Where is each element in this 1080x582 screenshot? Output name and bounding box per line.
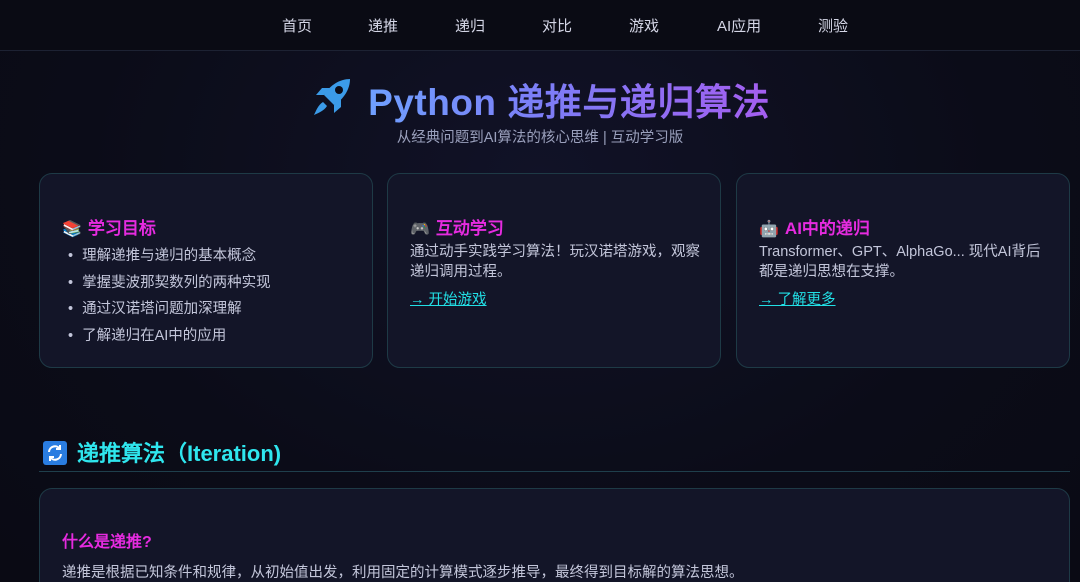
nav-item-home[interactable]: 首页 bbox=[282, 15, 312, 36]
robot-icon: 🤖 bbox=[759, 221, 779, 238]
section-divider bbox=[39, 471, 1070, 472]
list-item: 理解递推与递归的基本概念 bbox=[68, 246, 271, 273]
interactive-learning-text: 通过动手实践学习算法！玩汉诺塔游戏，观察递归调用过程。 bbox=[410, 244, 700, 280]
top-nav: 首页 递推 递归 对比 游戏 AI应用 测验 bbox=[0, 0, 1080, 51]
page-subtitle: 从经典问题到AI算法的核心思维 | 互动学习版 bbox=[396, 130, 684, 146]
ai-recursion-card: 🤖 AI中的递归 Transformer、GPT、AlphaGo... 现代AI背… bbox=[736, 173, 1070, 368]
what-is-iteration-text: 递推是根据已知条件和规律，从初始值出发，利用固定的计算模式逐步推导，最终得到目标… bbox=[62, 565, 744, 581]
nav-item-quiz[interactable]: 测验 bbox=[818, 15, 848, 36]
nav-item-ai-apps[interactable]: AI应用 bbox=[717, 15, 761, 36]
ai-recursion-text: Transformer、GPT、AlphaGo... 现代AI背后都是递归思想在… bbox=[759, 244, 1041, 280]
nav-item-compare[interactable]: 对比 bbox=[542, 15, 572, 36]
sync-icon bbox=[43, 441, 67, 465]
ai-recursion-title: 🤖 AI中的递归 bbox=[759, 219, 870, 238]
start-game-link[interactable]: → 开始游戏 bbox=[410, 288, 487, 309]
game-controller-icon: 🎮 bbox=[410, 221, 430, 238]
list-item: 了解递归在AI中的应用 bbox=[68, 326, 271, 353]
what-is-iteration-card: 什么是递推? 递推是根据已知条件和规律，从初始值出发，利用固定的计算模式逐步推导… bbox=[39, 488, 1070, 582]
learn-more-link[interactable]: → 了解更多 bbox=[759, 288, 836, 309]
nav-item-game[interactable]: 游戏 bbox=[629, 15, 659, 36]
list-item: 掌握斐波那契数列的两种实现 bbox=[68, 273, 271, 300]
nav-item-iteration[interactable]: 递推 bbox=[368, 15, 398, 36]
list-item: 通过汉诺塔问题加深理解 bbox=[68, 299, 271, 326]
rocket-icon bbox=[310, 75, 354, 128]
books-icon: 📚 bbox=[62, 221, 82, 238]
learning-goals-title: 📚 学习目标 bbox=[62, 219, 156, 238]
learning-goals-card: 📚学习目标 理解递推与递归的基本概念 掌握斐波那契数列的两种实现 通过汉诺塔问题… bbox=[39, 173, 373, 368]
interactive-learning-card: 🎮 互动学习 通过动手实践学习算法！玩汉诺塔游戏，观察递归调用过程。 → 开始游戏 bbox=[387, 173, 721, 368]
page-title: Python 递推与递归算法 bbox=[0, 72, 1080, 128]
iteration-section-title: 递推算法（Iteration) bbox=[43, 436, 281, 468]
learning-goals-list: 理解递推与递归的基本概念 掌握斐波那契数列的两种实现 通过汉诺塔问题加深理解 了… bbox=[68, 246, 271, 352]
interactive-learning-title: 🎮 互动学习 bbox=[410, 219, 504, 238]
page-title-text: Python 递推与递归算法 bbox=[368, 82, 770, 123]
nav-item-recursion[interactable]: 递归 bbox=[455, 15, 485, 36]
what-is-iteration-heading: 什么是递推? bbox=[62, 534, 152, 551]
